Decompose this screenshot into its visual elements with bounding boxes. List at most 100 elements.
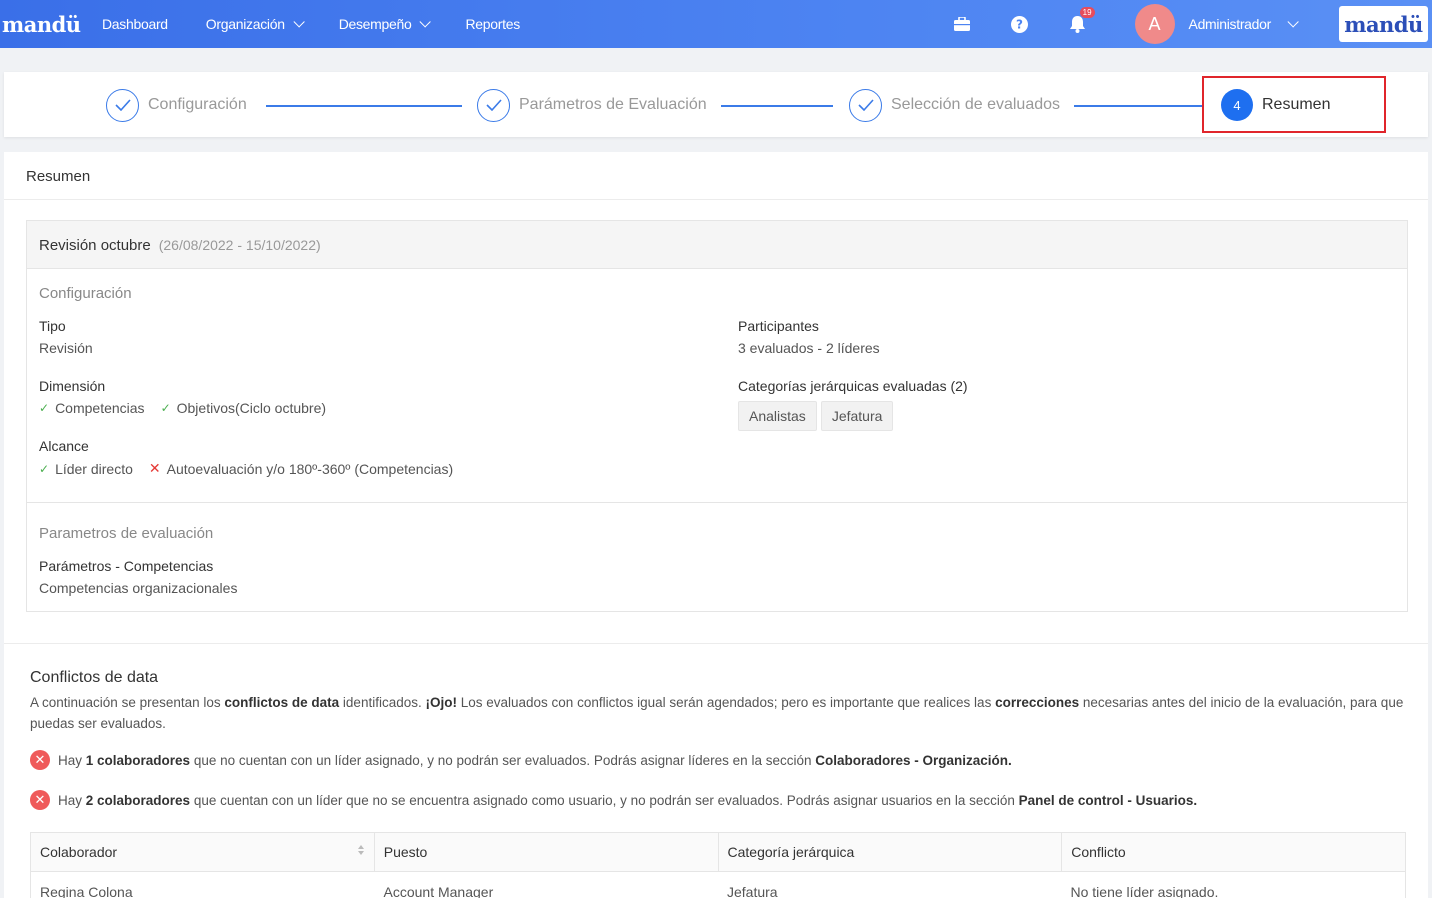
divider: [4, 643, 1428, 644]
check-icon: ✓: [39, 461, 50, 476]
evaluation-summary-panel: Revisión octubre (26/08/2022 - 15/10/2022…: [26, 220, 1408, 612]
alcance-item: Líder directo: [55, 460, 133, 477]
step-label: Resumen: [1262, 96, 1331, 113]
step-resumen[interactable]: 4 Resumen: [1221, 88, 1330, 122]
categorias-tags: Analistas Jefatura: [738, 401, 897, 431]
conflicts-title: Conflictos de data: [30, 669, 159, 686]
divider: [4, 199, 1428, 200]
check-icon: [106, 88, 139, 122]
alert-text: Hay 2 colaboradores que cuentan con un l…: [58, 793, 1197, 808]
help-icon[interactable]: ?: [1011, 15, 1029, 33]
column-header-colaborador[interactable]: Colaborador: [31, 833, 375, 871]
nav-label: Reportes: [465, 16, 520, 32]
table-cell: Jefatura: [727, 884, 778, 898]
participantes-label: Participantes: [738, 318, 819, 334]
category-tag: Jefatura: [820, 401, 894, 431]
text: Los evaluados con conflictos igual serán…: [456, 695, 996, 710]
chevron-down-icon: [293, 16, 305, 28]
evaluation-header: Revisión octubre (26/08/2022 - 15/10/2022…: [27, 221, 1407, 269]
check-icon: ✓: [160, 401, 171, 415]
card-title: Resumen: [26, 168, 91, 185]
text: Hay: [58, 792, 86, 808]
parametros-value: Competencias organizacionales: [39, 580, 238, 596]
text: A continuación se presentan los: [30, 695, 225, 710]
text-bold: Colaboradores - Organización.: [815, 752, 1012, 768]
check-icon: ✓: [39, 401, 50, 415]
category-tag: Analistas: [738, 401, 817, 431]
nav-label: Dashboard: [102, 16, 168, 32]
conflict-alert-1: ✕ Hay 1 colaboradores que no cuentan con…: [30, 750, 1012, 770]
column-header-puesto: Puesto: [375, 833, 719, 871]
step-seleccion[interactable]: Selección de evaluados: [849, 88, 1060, 122]
header-label: Colaborador: [40, 844, 118, 860]
check-icon: [477, 88, 510, 122]
text: identificados.: [339, 695, 426, 710]
conflict-alert-2: ✕ Hay 2 colaboradores que cuentan con un…: [30, 790, 1197, 810]
company-logo: mandü: [1339, 6, 1428, 42]
nav-reportes[interactable]: Reportes: [465, 16, 520, 32]
text-bold: 1 colaboradores: [85, 752, 191, 768]
dimension-values: ✓ Competencias ✓ Objetivos(Ciclo octubre): [39, 400, 326, 416]
table-row: Regina Colona Account Manager Jefatura N…: [31, 872, 1405, 898]
wizard-steps: Configuración Parámetros de Evaluación S…: [4, 72, 1428, 137]
nav-desempeno[interactable]: Desempeño: [338, 16, 432, 32]
brand-logo[interactable]: mandü: [2, 12, 102, 37]
text: que no cuentan con un líder asignado, y …: [190, 752, 816, 768]
parametros-label: Parámetros - Competencias: [39, 558, 214, 574]
table-cell: Regina Colona: [40, 884, 133, 898]
table-header: Colaborador Puesto Categoría jerárquica …: [31, 833, 1405, 872]
conflicts-description: A continuación se presentan los conflict…: [30, 692, 1405, 734]
categorias-label: Categorías jerárquicas evaluadas (2): [738, 378, 968, 394]
check-icon: [849, 88, 882, 122]
step-label: Configuración: [148, 96, 247, 113]
header-label: Conflicto: [1071, 844, 1126, 860]
step-label: Parámetros de Evaluación: [519, 96, 707, 113]
evaluation-name: Revisión octubre: [39, 237, 151, 254]
evaluation-dates: (26/08/2022 - 15/10/2022): [158, 237, 321, 253]
step-connector: [266, 105, 462, 107]
divider: [27, 502, 1407, 503]
evaluation-title: Revisión octubre (26/08/2022 - 15/10/2022…: [39, 237, 321, 254]
text-bold: Panel de control - Usuarios.: [1018, 792, 1198, 808]
nav-dashboard[interactable]: Dashboard: [102, 16, 168, 32]
participantes-value: 3 evaluados - 2 líderes: [738, 340, 880, 356]
dimension-item: Competencias: [55, 400, 145, 416]
nav-organizacion[interactable]: Organización: [205, 16, 305, 32]
text-bold: correcciones: [995, 695, 1080, 710]
tipo-value: Revisión: [39, 340, 93, 356]
alert-text: Hay 1 colaboradores que no cuentan con u…: [58, 753, 1012, 768]
column-header-categoria: Categoría jerárquica: [719, 833, 1063, 871]
header-label: Puesto: [383, 844, 428, 860]
error-icon: ✕: [30, 790, 50, 810]
table-cell: Account Manager: [383, 884, 494, 898]
nav-label: Desempeño: [338, 16, 412, 32]
alcance-values: ✓ Líder directo ✕ Autoevaluación y/o 180º-…: [39, 460, 453, 477]
notification-badge: 19: [1079, 7, 1095, 18]
nav-label: Organización: [205, 16, 285, 32]
conflicts-table: Colaborador Puesto Categoría jerárquica …: [30, 832, 1406, 898]
text-bold: conflictos de data: [224, 695, 340, 710]
dimension-label: Dimensión: [39, 378, 106, 394]
chevron-down-icon: [419, 16, 432, 28]
step-parametros[interactable]: Parámetros de Evaluación: [477, 88, 707, 122]
alcance-item: Autoevaluación y/o 180º-360º (Competenci…: [166, 460, 454, 477]
error-icon: ✕: [30, 750, 50, 770]
bell-icon[interactable]: 19: [1069, 7, 1095, 33]
step-connector: [721, 105, 833, 107]
chevron-down-icon[interactable]: [1287, 16, 1299, 28]
step-number: 4: [1221, 89, 1253, 121]
svg-text:?: ?: [1016, 17, 1023, 31]
avatar[interactable]: A: [1134, 4, 1175, 44]
user-name[interactable]: Administrador: [1189, 16, 1272, 32]
sort-icon[interactable]: [357, 845, 364, 855]
text-bold: 2 colaboradores: [85, 792, 191, 808]
text: Hay: [58, 752, 86, 768]
step-configuracion[interactable]: Configuración: [106, 88, 247, 122]
dimension-item: Objetivos(Ciclo octubre): [176, 400, 327, 416]
tipo-label: Tipo: [39, 318, 66, 334]
section-title-parametros: Parametros de evaluación: [39, 525, 214, 542]
briefcase-icon[interactable]: [953, 15, 971, 33]
section-title-configuracion: Configuración: [39, 285, 132, 302]
column-header-conflicto: Conflicto: [1062, 833, 1405, 871]
alcance-label: Alcance: [39, 438, 89, 454]
